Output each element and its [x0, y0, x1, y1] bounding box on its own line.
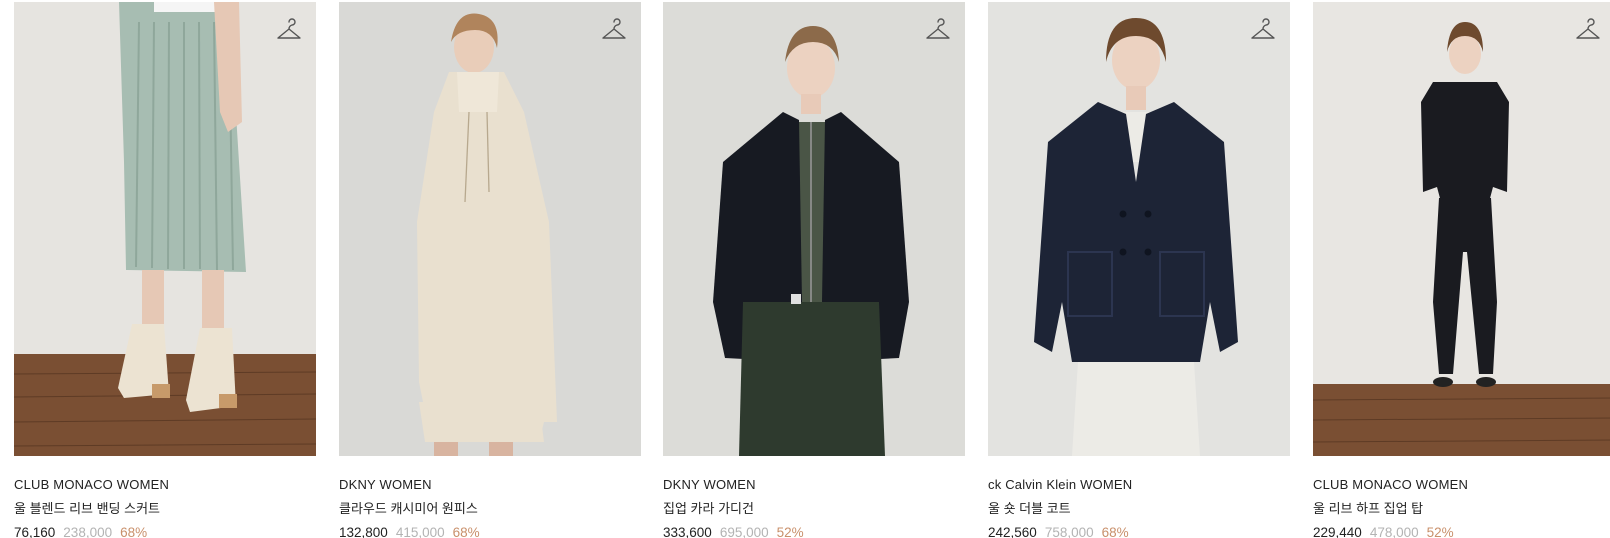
hanger-icon[interactable] [601, 18, 627, 44]
product-brand[interactable]: ck Calvin Klein WOMEN [988, 476, 1290, 494]
price-row: 132,800 415,000 68% [339, 524, 641, 538]
product-photo [663, 2, 965, 456]
sale-price: 76,160 [14, 525, 56, 538]
product-image[interactable] [14, 2, 316, 456]
product-card[interactable]: DKNY WOMEN 집업 카라 가디건 333,600 695,000 52% [663, 2, 965, 538]
sale-price: 333,600 [663, 525, 712, 538]
product-brand[interactable]: DKNY WOMEN [339, 476, 641, 494]
price-row: 333,600 695,000 52% [663, 524, 965, 538]
product-brand[interactable]: CLUB MONACO WOMEN [14, 476, 316, 494]
product-card[interactable]: CLUB MONACO WOMEN 울 블렌드 리브 밴딩 스커트 76,160… [14, 2, 316, 538]
product-image[interactable] [339, 2, 641, 456]
price-row: 242,560 758,000 68% [988, 524, 1290, 538]
product-image[interactable] [663, 2, 965, 456]
product-brand[interactable]: DKNY WOMEN [663, 476, 965, 494]
product-info: CLUB MONACO WOMEN 울 리브 하프 집업 탑 229,440 47… [1313, 456, 1610, 538]
product-card[interactable]: CLUB MONACO WOMEN 울 리브 하프 집업 탑 229,440 47… [1313, 2, 1610, 538]
product-info: CLUB MONACO WOMEN 울 블렌드 리브 밴딩 스커트 76,160… [14, 456, 316, 538]
sale-price: 229,440 [1313, 525, 1362, 538]
product-card[interactable]: DKNY WOMEN 클라우드 캐시미어 원피스 132,800 415,000 6… [339, 2, 641, 538]
hanger-icon[interactable] [276, 18, 302, 44]
discount-rate: 52% [1426, 525, 1454, 538]
original-price: 758,000 [1044, 525, 1094, 538]
discount-rate: 68% [120, 525, 148, 538]
product-info: DKNY WOMEN 집업 카라 가디건 333,600 695,000 52% [663, 456, 965, 538]
product-grid: CLUB MONACO WOMEN 울 블렌드 리브 밴딩 스커트 76,160… [0, 0, 1610, 538]
product-name[interactable]: 울 리브 하프 집업 탑 [1313, 500, 1610, 518]
discount-rate: 52% [776, 525, 804, 538]
product-brand[interactable]: CLUB MONACO WOMEN [1313, 476, 1610, 494]
product-name[interactable]: 집업 카라 가디건 [663, 500, 965, 518]
product-photo [339, 2, 641, 456]
hanger-icon[interactable] [925, 18, 951, 44]
product-card[interactable]: ck Calvin Klein WOMEN 울 숏 더블 코트 242,560 7… [988, 2, 1290, 538]
sale-price: 132,800 [339, 525, 388, 538]
price-row: 229,440 478,000 52% [1313, 524, 1610, 538]
product-info: ck Calvin Klein WOMEN 울 숏 더블 코트 242,560 7… [988, 456, 1290, 538]
original-price: 695,000 [719, 525, 769, 538]
product-image[interactable] [1313, 2, 1610, 456]
product-photo [988, 2, 1290, 456]
product-name[interactable]: 울 숏 더블 코트 [988, 500, 1290, 518]
original-price: 238,000 [63, 525, 113, 538]
hanger-icon[interactable] [1250, 18, 1276, 44]
sale-price: 242,560 [988, 525, 1037, 538]
price-row: 76,160 238,000 68% [14, 524, 316, 538]
original-price: 415,000 [395, 525, 445, 538]
product-photo [14, 2, 316, 456]
hanger-icon[interactable] [1575, 18, 1601, 44]
discount-rate: 68% [452, 525, 480, 538]
product-name[interactable]: 클라우드 캐시미어 원피스 [339, 500, 641, 518]
product-name[interactable]: 울 블렌드 리브 밴딩 스커트 [14, 500, 316, 518]
discount-rate: 68% [1101, 525, 1129, 538]
original-price: 478,000 [1369, 525, 1419, 538]
product-info: DKNY WOMEN 클라우드 캐시미어 원피스 132,800 415,000 6… [339, 456, 641, 538]
product-image[interactable] [988, 2, 1290, 456]
product-photo [1313, 2, 1610, 456]
